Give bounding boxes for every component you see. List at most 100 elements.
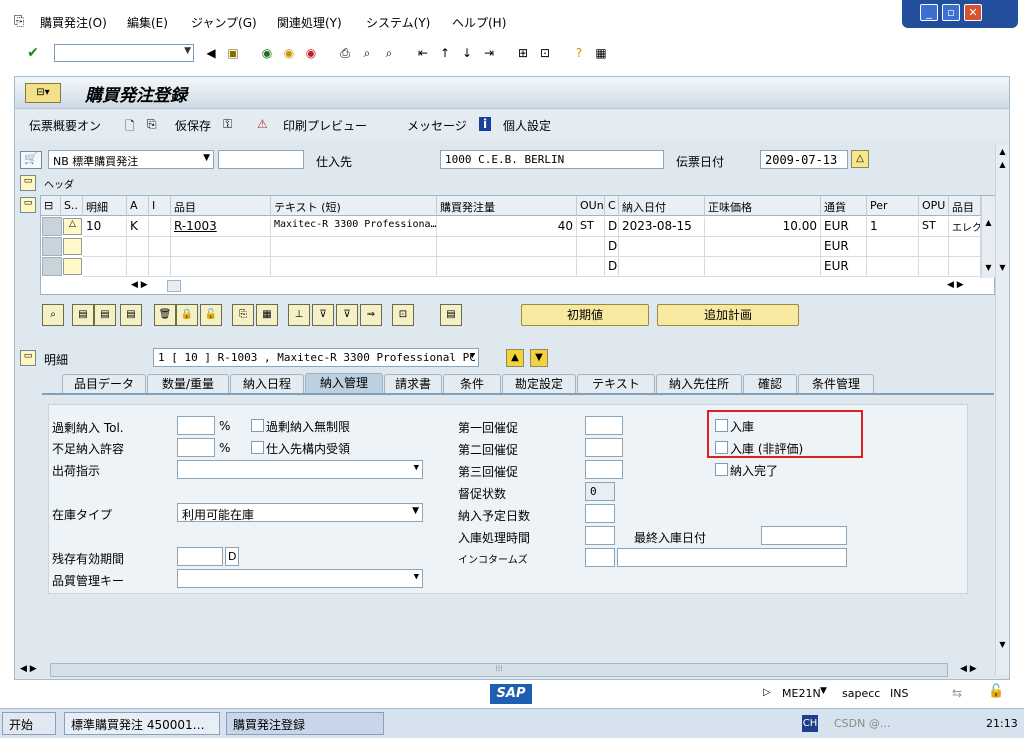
unlimited-overdelivery-checkbox[interactable] [251, 419, 264, 432]
row-selector[interactable] [42, 257, 62, 276]
table-cell[interactable] [127, 237, 149, 257]
services-object-icon[interactable]: ⊟▾ [25, 83, 61, 103]
layout-icon[interactable]: ▦ [592, 44, 610, 62]
col-net-price[interactable]: 正味価格 [705, 196, 821, 216]
tab-material-data[interactable]: 品目データ [62, 374, 146, 394]
info-icon[interactable]: i [479, 117, 492, 131]
status-cell[interactable] [63, 238, 82, 255]
scroll-left-icon[interactable]: ◀ ▶ [131, 280, 148, 290]
scroll-down-icon[interactable]: ▼ [996, 263, 1009, 272]
deselect-icon[interactable]: ▤ [94, 304, 116, 326]
help-icon[interactable]: ? [570, 44, 588, 62]
doc-date-field[interactable]: 2009-07-13 [760, 150, 848, 169]
col-currency[interactable]: 通貨 [821, 196, 867, 216]
remaining-shelf-field[interactable] [177, 547, 223, 566]
gr-time-field[interactable] [585, 526, 615, 545]
close-icon[interactable]: ✕ [964, 4, 982, 21]
table-cell[interactable]: D [605, 257, 619, 277]
sort-icon[interactable]: ⊥ [288, 304, 310, 326]
table-cell[interactable]: D [605, 217, 619, 237]
scroll-down-icon[interactable]: ▼ [982, 263, 995, 272]
last-gr-date-field[interactable] [761, 526, 847, 545]
overdelivery-tol-field[interactable] [177, 416, 215, 435]
table-cell[interactable] [271, 257, 437, 277]
find-icon[interactable]: ⌕ [358, 44, 376, 62]
reminder1-field[interactable] [585, 416, 623, 435]
scroll-down-icon[interactable]: ▼ [996, 640, 1009, 649]
col-item[interactable]: 明細 [83, 196, 127, 216]
table-cell[interactable] [705, 257, 821, 277]
filter-icon[interactable]: ⊽ [312, 304, 334, 326]
scroll-right-icon[interactable]: ◀ ▶ [960, 664, 977, 674]
table-cell[interactable]: 10 [83, 217, 127, 237]
scroll-right-icon[interactable]: ◀ ▶ [947, 280, 964, 290]
underdelivery-field[interactable] [177, 438, 215, 457]
table-cell[interactable]: Maxitec-R 3300 Professiona… [271, 217, 437, 237]
table-cell[interactable]: EUR [821, 257, 867, 277]
table-cell[interactable]: ST [577, 217, 605, 237]
shortcut-icon[interactable]: ⊡ [536, 44, 554, 62]
other-po-icon[interactable]: ⎘ [147, 117, 157, 132]
reminder2-field[interactable] [585, 438, 623, 457]
table-cell[interactable]: 10.00 [705, 217, 821, 237]
incoterms-location-field[interactable] [617, 548, 847, 567]
start-button[interactable]: 开始 [2, 712, 56, 735]
table-cell[interactable] [867, 237, 919, 257]
table-cell[interactable]: EUR [821, 237, 867, 257]
order-type-select[interactable]: NB 標準購買発注 ▼ [48, 150, 214, 169]
next-page-icon[interactable]: ↓ [458, 44, 476, 62]
cancel-icon[interactable]: ◉ [302, 44, 320, 62]
table-cell[interactable]: 1 [867, 217, 919, 237]
col-status[interactable]: S.. [61, 196, 83, 216]
hold-button[interactable]: 仮保存 [175, 117, 211, 134]
maximize-icon[interactable]: ▫ [942, 4, 960, 21]
back-icon[interactable]: ◉ [258, 44, 276, 62]
tab-delivery-address[interactable]: 納入先住所 [656, 374, 742, 394]
table-cell[interactable] [149, 257, 171, 277]
scroll-up-icon[interactable]: ▲ [996, 160, 1009, 169]
col-qty[interactable]: 購買発注量 [437, 196, 577, 216]
stock-type-select[interactable]: 利用可能在庫 ▼ [177, 503, 423, 522]
status-cell[interactable] [63, 258, 82, 275]
menu-environment[interactable]: 関連処理(Y) [277, 14, 342, 31]
copy-item-icon[interactable]: ⎘ [232, 304, 254, 326]
tab-account-assignment[interactable]: 勘定設定 [502, 374, 576, 394]
layout-icon[interactable]: ▤ [440, 304, 462, 326]
filter-set-icon[interactable]: ⊽ [336, 304, 358, 326]
table-cell[interactable] [437, 237, 577, 257]
col-delivery-date[interactable]: 納入日付 [619, 196, 705, 216]
col-c[interactable]: C [605, 196, 619, 216]
partial-receipt-checkbox[interactable] [251, 441, 264, 454]
check-icon[interactable]: ⚿ [223, 117, 232, 132]
tab-conditions[interactable]: 条件 [443, 374, 501, 394]
table-cell[interactable]: K [127, 217, 149, 237]
scroll-left-icon[interactable]: ◀ ▶ [20, 664, 37, 674]
table-cell[interactable] [171, 257, 271, 277]
item-select[interactable]: 1 [ 10 ] R-1003 , Maxitec-R 3300 Profess… [153, 348, 479, 367]
enter-icon[interactable]: ✔ [24, 44, 42, 62]
warning-icon[interactable]: △ [63, 218, 82, 235]
details-icon[interactable]: ⌕ [42, 304, 64, 326]
table-cell[interactable] [619, 257, 705, 277]
qm-key-select[interactable]: ▼ [177, 569, 423, 588]
doc-overview-button[interactable]: 伝票概要オン [29, 117, 101, 134]
export-icon[interactable]: ⊡ [392, 304, 414, 326]
table-cell[interactable] [127, 257, 149, 277]
prev-item-icon[interactable]: ▲ [506, 349, 524, 367]
default-values-button[interactable]: 初期値 [521, 304, 649, 326]
table-cell[interactable] [949, 257, 981, 277]
tab-quantities[interactable]: 数量/重量 [147, 374, 229, 394]
taskbar-item-active[interactable]: 購買発注登録 [226, 712, 384, 735]
scroll-up-icon[interactable]: ▲ [982, 218, 995, 227]
vendor-field[interactable]: 1000 C.E.B. BERLIN [440, 150, 664, 169]
horizontal-scroll-thumb[interactable] [167, 280, 181, 292]
table-cell[interactable] [919, 237, 949, 257]
table-cell[interactable] [577, 257, 605, 277]
col-matl-group[interactable]: 品目 [949, 196, 981, 216]
table-cell[interactable] [149, 237, 171, 257]
tab-delivery-schedule[interactable]: 納入日程 [230, 374, 304, 394]
incoterms-field[interactable] [585, 548, 615, 567]
table-cell[interactable]: 2023-08-15 [619, 217, 705, 237]
find-next-icon[interactable]: ⌕ [380, 44, 398, 62]
shipping-instr-select[interactable]: ▼ [177, 460, 423, 479]
